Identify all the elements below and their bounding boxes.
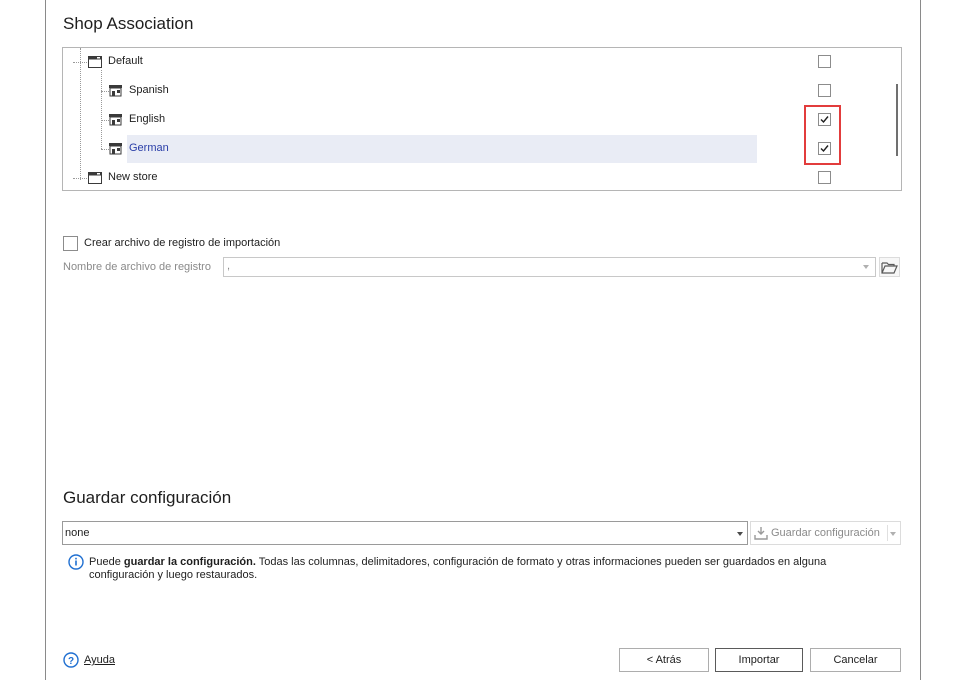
create-log-checkbox[interactable] <box>63 236 78 251</box>
info-rest: Todas las columnas, delimitadores, confi… <box>255 556 827 568</box>
save-config-button[interactable]: Guardar configuración <box>750 521 901 545</box>
save-config-button-label: Guardar configuración <box>771 527 880 539</box>
split-divider <box>887 525 888 541</box>
selection-highlight <box>127 135 757 163</box>
shop-icon <box>109 114 123 126</box>
tree-row-english[interactable]: English <box>63 106 901 134</box>
tree-label-english: English <box>129 113 166 125</box>
tree-label-default: Default <box>108 55 143 67</box>
checkbox-new-store[interactable] <box>818 171 831 184</box>
info-line2: configuración y luego restaurados. <box>89 569 258 581</box>
log-filename-value: , <box>227 260 231 272</box>
store-window-icon <box>88 172 102 184</box>
import-button[interactable]: Importar <box>715 648 803 672</box>
checkbox-spanish[interactable] <box>818 84 831 97</box>
shop-icon <box>109 85 123 97</box>
create-log-label: Crear archivo de registro de importación <box>84 237 281 249</box>
help-icon: ? <box>63 652 79 668</box>
shop-tree[interactable]: Default Spanish English German New store <box>62 47 902 191</box>
store-window-icon <box>88 56 102 68</box>
chevron-down-icon[interactable] <box>737 532 743 536</box>
log-filename-input[interactable]: , <box>223 257 876 277</box>
svg-text:?: ? <box>68 656 74 667</box>
scrollbar-thumb[interactable] <box>896 84 898 156</box>
tree-row-default[interactable]: Default <box>63 48 901 76</box>
tree-row-spanish[interactable]: Spanish <box>63 77 901 105</box>
chevron-down-icon[interactable] <box>863 265 869 269</box>
help-label: Ayuda <box>84 654 115 666</box>
config-select-value: none <box>65 527 90 539</box>
tree-label-german: German <box>129 142 169 154</box>
back-button[interactable]: < Atrás <box>619 648 709 672</box>
info-icon <box>68 554 84 570</box>
highlight-box <box>804 105 841 165</box>
folder-open-icon <box>881 262 898 274</box>
info-bold: guardar la configuración. <box>123 556 256 568</box>
config-select[interactable]: none <box>62 521 748 545</box>
save-config-title: Guardar configuración <box>63 488 232 507</box>
chevron-down-icon[interactable] <box>890 532 896 536</box>
info-prefix: Puede <box>89 556 124 568</box>
tree-label-spanish: Spanish <box>129 84 169 96</box>
cancel-button[interactable]: Cancelar <box>810 648 901 672</box>
tree-row-new-store[interactable]: New store <box>63 164 901 190</box>
log-filename-label: Nombre de archivo de registro <box>63 261 211 273</box>
browse-folder-button[interactable] <box>879 257 900 277</box>
shop-association-title: Shop Association <box>63 14 194 33</box>
shop-icon <box>109 143 123 155</box>
download-save-icon <box>754 527 768 540</box>
info-text: Puede guardar la configuración. Todas la… <box>89 556 889 582</box>
tree-label-new-store: New store <box>108 171 158 183</box>
checkbox-default[interactable] <box>818 55 831 68</box>
tree-row-german[interactable]: German <box>63 135 901 163</box>
